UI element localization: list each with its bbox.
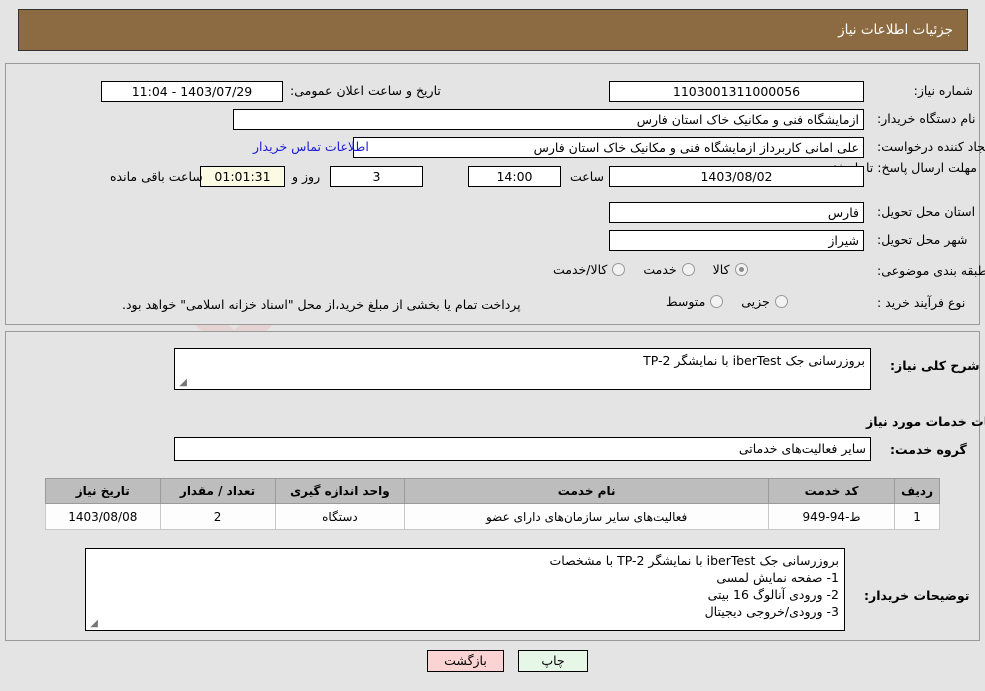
radio-icon[interactable]: [774, 295, 788, 308]
service-group-label: گروه خدمت:: [890, 442, 967, 457]
purchase-type-option-jozee[interactable]: جزیی: [741, 294, 788, 309]
need-number-label-wrap: شماره نیاز:: [877, 83, 973, 98]
page-title: جزئیات اطلاعات نیاز: [838, 22, 953, 38]
cell-service-name: فعالیت‌های سایر سازمان‌های دارای عضو: [404, 503, 769, 530]
th-quantity: تعداد / مقدار: [159, 478, 276, 504]
buyer-notes-line: 3- ورودی/خروجی دیجیتال: [704, 604, 839, 619]
province-value: فارس: [609, 202, 864, 223]
buyer-org-value: ازمایشگاه فنی و مکانیک خاک استان فارس: [233, 109, 864, 130]
buyer-org-label: نام دستگاه خریدار:: [877, 111, 976, 126]
purchase-type-option-label: متوسط: [666, 294, 706, 309]
th-index: ردیف: [894, 478, 940, 504]
cell-service-code: ط-94-949: [767, 503, 896, 530]
resize-grip-icon[interactable]: ◢: [88, 619, 98, 629]
need-number-value: 1103001311000056: [609, 81, 864, 102]
th-need-date: تاریخ نیاز: [45, 478, 161, 504]
purchase-type-option-label: جزیی: [741, 294, 770, 309]
need-summary-panel: [5, 63, 980, 325]
buyer-notes-line: 1- صفحه نمایش لمسی: [716, 570, 839, 585]
need-number-label: شماره نیاز:: [913, 83, 973, 98]
radio-icon[interactable]: [681, 263, 695, 276]
service-group-value: سایر فعالیت‌های خدماتی: [174, 437, 871, 461]
summary-label: شرح کلی نیاز:: [890, 358, 980, 373]
cell-need-date: 1403/08/08: [45, 503, 161, 530]
radio-icon[interactable]: [710, 295, 724, 308]
purchase-type-radio-group: جزیی متوسط: [666, 294, 788, 309]
buyer-notes-textarea[interactable]: بروزرسانی جک iberTest با نمایشگر TP-2 با…: [85, 548, 845, 631]
table-header-row: ردیف کد خدمت نام خدمت واحد اندازه گیری ت…: [45, 478, 940, 504]
requester-label-wrap: ایجاد کننده درخواست:: [877, 139, 985, 154]
buyer-notes-line: بروزرسانی جک iberTest با نمایشگر TP-2 با…: [549, 553, 840, 568]
buyer-notes-line: 2- ورودی آنالوگ 16 بیتی: [707, 587, 839, 602]
deadline-time-label: ساعت: [570, 169, 605, 184]
deadline-time-value: 14:00: [468, 166, 561, 187]
treasury-note: پرداخت تمام یا بخشی از مبلغ خرید،از محل …: [122, 297, 521, 312]
city-label: شهر محل تحویل:: [877, 232, 968, 247]
back-button[interactable]: بازگشت: [427, 650, 504, 672]
buyer-notes-label: توضیحات خریدار:: [864, 588, 970, 603]
services-info-title: اطلاعات خدمات مورد نیاز: [866, 414, 985, 429]
days-remaining-value: 3: [330, 166, 423, 187]
th-service-code: کد خدمت: [767, 478, 896, 504]
category-option-label: کالا: [712, 262, 730, 277]
summary-textarea[interactable]: بروزرسانی جک iberTest با نمایشگر TP-2 ◢: [174, 348, 871, 390]
print-button[interactable]: چاپ: [518, 650, 588, 672]
page-header: جزئیات اطلاعات نیاز: [18, 9, 968, 51]
buyer-org-label-wrap: نام دستگاه خریدار:: [877, 111, 975, 126]
buyer-contact-link[interactable]: اطلاعات تماس خریدار: [253, 139, 369, 154]
category-option-kala-khedmat[interactable]: کالا/خدمت: [553, 262, 626, 277]
resize-grip-icon[interactable]: ◢: [177, 378, 187, 388]
page-root: جزئیات اطلاعات نیاز AriaTender.net شماره…: [0, 0, 985, 691]
category-option-khedmat[interactable]: خدمت: [643, 262, 695, 277]
category-option-kala[interactable]: کالا: [713, 262, 748, 277]
purchase-type-label: نوع فرآیند خرید :: [877, 295, 966, 310]
category-option-label: خدمت: [643, 262, 677, 277]
radio-icon[interactable]: [612, 263, 626, 276]
category-option-label: کالا/خدمت: [553, 262, 608, 277]
days-remaining-label: روز و: [292, 169, 321, 184]
table-row: 1 ط-94-949 فعالیت‌های سایر سازمان‌های دا…: [45, 503, 940, 530]
public-announce-label-wrap: تاریخ و ساعت اعلان عمومی:: [290, 83, 441, 98]
cell-quantity: 2: [159, 503, 276, 530]
summary-value: بروزرسانی جک iberTest با نمایشگر TP-2: [643, 353, 865, 368]
province-label: استان محل تحویل:: [877, 204, 976, 219]
deadline-label-wrap: مهلت ارسال پاسخ: تا تاریخ:: [833, 160, 977, 175]
cell-unit: دستگاه: [274, 503, 406, 530]
cell-index: 1: [894, 503, 940, 530]
category-label-wrap: طبقه بندی موضوعی:: [877, 263, 985, 278]
category-radio-group: کالا خدمت کالا/خدمت: [553, 262, 748, 277]
countdown-label: ساعت باقی مانده: [110, 169, 203, 184]
requester-label: ایجاد کننده درخواست:: [877, 139, 985, 154]
public-announce-value: 1403/07/29 - 11:04: [101, 81, 283, 102]
needs-table: ردیف کد خدمت نام خدمت واحد اندازه گیری ت…: [45, 478, 940, 530]
city-value: شیراز: [609, 230, 864, 251]
province-label-wrap: استان محل تحویل:: [877, 204, 975, 219]
public-announce-label: تاریخ و ساعت اعلان عمومی:: [290, 83, 441, 98]
category-label: طبقه بندی موضوعی:: [877, 263, 985, 278]
requester-value: علی امانی کاربرداز ازمایشگاه فنی و مکانی…: [353, 137, 864, 158]
purchase-type-option-motavaset[interactable]: متوسط: [666, 294, 724, 309]
th-unit: واحد اندازه گیری: [274, 478, 406, 504]
purchase-type-label-wrap: نوع فرآیند خرید :: [877, 295, 965, 310]
radio-icon[interactable]: [734, 263, 748, 276]
city-label-wrap: شهر محل تحویل:: [877, 232, 967, 247]
deadline-date-value: 1403/08/02: [609, 166, 864, 187]
th-service-name: نام خدمت: [404, 478, 769, 504]
countdown-timer-value: 01:01:31: [200, 166, 285, 187]
